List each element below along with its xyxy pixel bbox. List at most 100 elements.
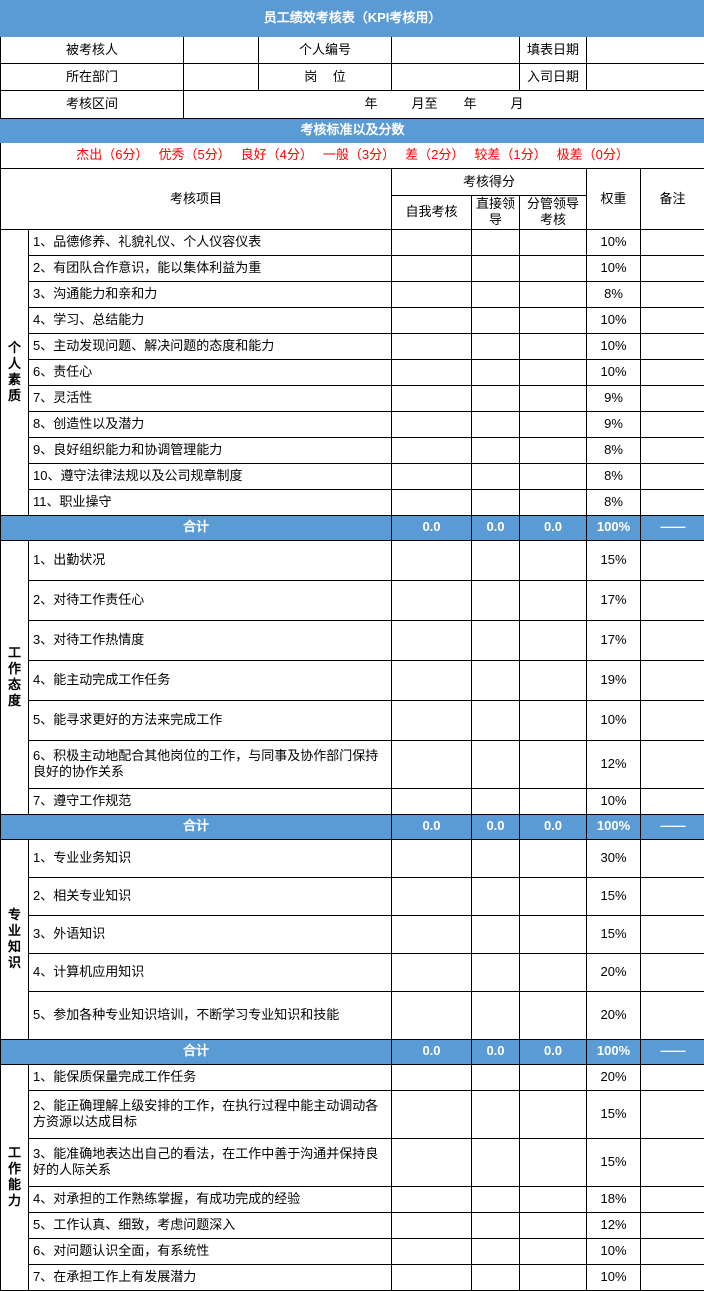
remark-input[interactable] <box>639 228 704 256</box>
score-supervisor-input[interactable] <box>519 1237 587 1265</box>
remark-input[interactable] <box>639 659 704 701</box>
score-supervisor-input[interactable] <box>519 739 587 789</box>
score-supervisor-input[interactable] <box>519 462 587 490</box>
score-self-input[interactable] <box>391 1185 472 1213</box>
score-supervisor-input[interactable] <box>519 488 587 516</box>
remark-input[interactable] <box>639 579 704 621</box>
remark-input[interactable] <box>639 619 704 661</box>
remark-input[interactable] <box>639 876 704 916</box>
score-supervisor-input[interactable] <box>519 228 587 256</box>
score-self-input[interactable] <box>391 306 472 334</box>
remark-input[interactable] <box>639 914 704 954</box>
field-fill-date[interactable] <box>585 36 704 64</box>
score-direct-input[interactable] <box>471 332 520 360</box>
score-supervisor-input[interactable] <box>519 699 587 741</box>
score-direct-input[interactable] <box>471 254 520 282</box>
score-direct-input[interactable] <box>471 1211 520 1239</box>
remark-input[interactable] <box>639 254 704 282</box>
remark-input[interactable] <box>639 787 704 815</box>
score-self-input[interactable] <box>391 659 472 701</box>
score-supervisor-input[interactable] <box>519 539 587 581</box>
score-self-input[interactable] <box>391 619 472 661</box>
score-supervisor-input[interactable] <box>519 384 587 412</box>
score-direct-input[interactable] <box>471 990 520 1040</box>
remark-input[interactable] <box>639 384 704 412</box>
score-direct-input[interactable] <box>471 1263 520 1291</box>
field-evaluation-period[interactable]: 年 月至 年 月 <box>182 90 704 119</box>
score-supervisor-input[interactable] <box>519 619 587 661</box>
score-self-input[interactable] <box>391 876 472 916</box>
remark-input[interactable] <box>639 1185 704 1213</box>
score-direct-input[interactable] <box>471 838 520 878</box>
field-personal-id[interactable] <box>391 36 520 64</box>
score-self-input[interactable] <box>391 1137 472 1187</box>
score-self-input[interactable] <box>391 699 472 741</box>
remark-input[interactable] <box>639 358 704 386</box>
score-direct-input[interactable] <box>471 787 520 815</box>
score-direct-input[interactable] <box>471 1137 520 1187</box>
score-self-input[interactable] <box>391 914 472 954</box>
score-self-input[interactable] <box>391 358 472 386</box>
remark-input[interactable] <box>639 410 704 438</box>
score-self-input[interactable] <box>391 254 472 282</box>
score-supervisor-input[interactable] <box>519 1137 587 1187</box>
score-self-input[interactable] <box>391 410 472 438</box>
score-supervisor-input[interactable] <box>519 410 587 438</box>
remark-input[interactable] <box>639 1263 704 1291</box>
score-direct-input[interactable] <box>471 619 520 661</box>
field-department[interactable] <box>183 63 259 91</box>
score-direct-input[interactable] <box>471 1237 520 1265</box>
remark-input[interactable] <box>639 332 704 360</box>
score-self-input[interactable] <box>391 787 472 815</box>
score-self-input[interactable] <box>391 579 472 621</box>
score-supervisor-input[interactable] <box>519 254 587 282</box>
score-direct-input[interactable] <box>471 410 520 438</box>
remark-input[interactable] <box>639 280 704 308</box>
score-direct-input[interactable] <box>471 1063 520 1091</box>
score-direct-input[interactable] <box>471 876 520 916</box>
score-self-input[interactable] <box>391 462 472 490</box>
field-evaluatee[interactable] <box>183 36 259 64</box>
score-direct-input[interactable] <box>471 914 520 954</box>
remark-input[interactable] <box>639 952 704 992</box>
score-self-input[interactable] <box>391 990 472 1040</box>
score-supervisor-input[interactable] <box>519 914 587 954</box>
remark-input[interactable] <box>639 462 704 490</box>
score-supervisor-input[interactable] <box>519 1211 587 1239</box>
score-direct-input[interactable] <box>471 488 520 516</box>
score-supervisor-input[interactable] <box>519 876 587 916</box>
score-self-input[interactable] <box>391 1211 472 1239</box>
remark-input[interactable] <box>639 1137 704 1187</box>
score-supervisor-input[interactable] <box>519 990 587 1040</box>
score-self-input[interactable] <box>391 838 472 878</box>
score-supervisor-input[interactable] <box>519 358 587 386</box>
score-direct-input[interactable] <box>471 358 520 386</box>
remark-input[interactable] <box>639 990 704 1040</box>
remark-input[interactable] <box>639 1063 704 1091</box>
score-direct-input[interactable] <box>471 1185 520 1213</box>
remark-input[interactable] <box>639 436 704 464</box>
score-supervisor-input[interactable] <box>519 332 587 360</box>
score-direct-input[interactable] <box>471 1089 520 1139</box>
score-self-input[interactable] <box>391 539 472 581</box>
score-direct-input[interactable] <box>471 539 520 581</box>
score-supervisor-input[interactable] <box>519 659 587 701</box>
score-self-input[interactable] <box>391 739 472 789</box>
score-supervisor-input[interactable] <box>519 579 587 621</box>
score-direct-input[interactable] <box>471 699 520 741</box>
score-direct-input[interactable] <box>471 436 520 464</box>
score-supervisor-input[interactable] <box>519 952 587 992</box>
score-self-input[interactable] <box>391 952 472 992</box>
score-self-input[interactable] <box>391 332 472 360</box>
score-direct-input[interactable] <box>471 384 520 412</box>
score-self-input[interactable] <box>391 228 472 256</box>
score-direct-input[interactable] <box>471 280 520 308</box>
score-self-input[interactable] <box>391 384 472 412</box>
score-self-input[interactable] <box>391 1089 472 1139</box>
score-self-input[interactable] <box>391 436 472 464</box>
score-direct-input[interactable] <box>471 739 520 789</box>
score-direct-input[interactable] <box>471 228 520 256</box>
remark-input[interactable] <box>639 699 704 741</box>
remark-input[interactable] <box>639 1089 704 1139</box>
score-self-input[interactable] <box>391 1263 472 1291</box>
